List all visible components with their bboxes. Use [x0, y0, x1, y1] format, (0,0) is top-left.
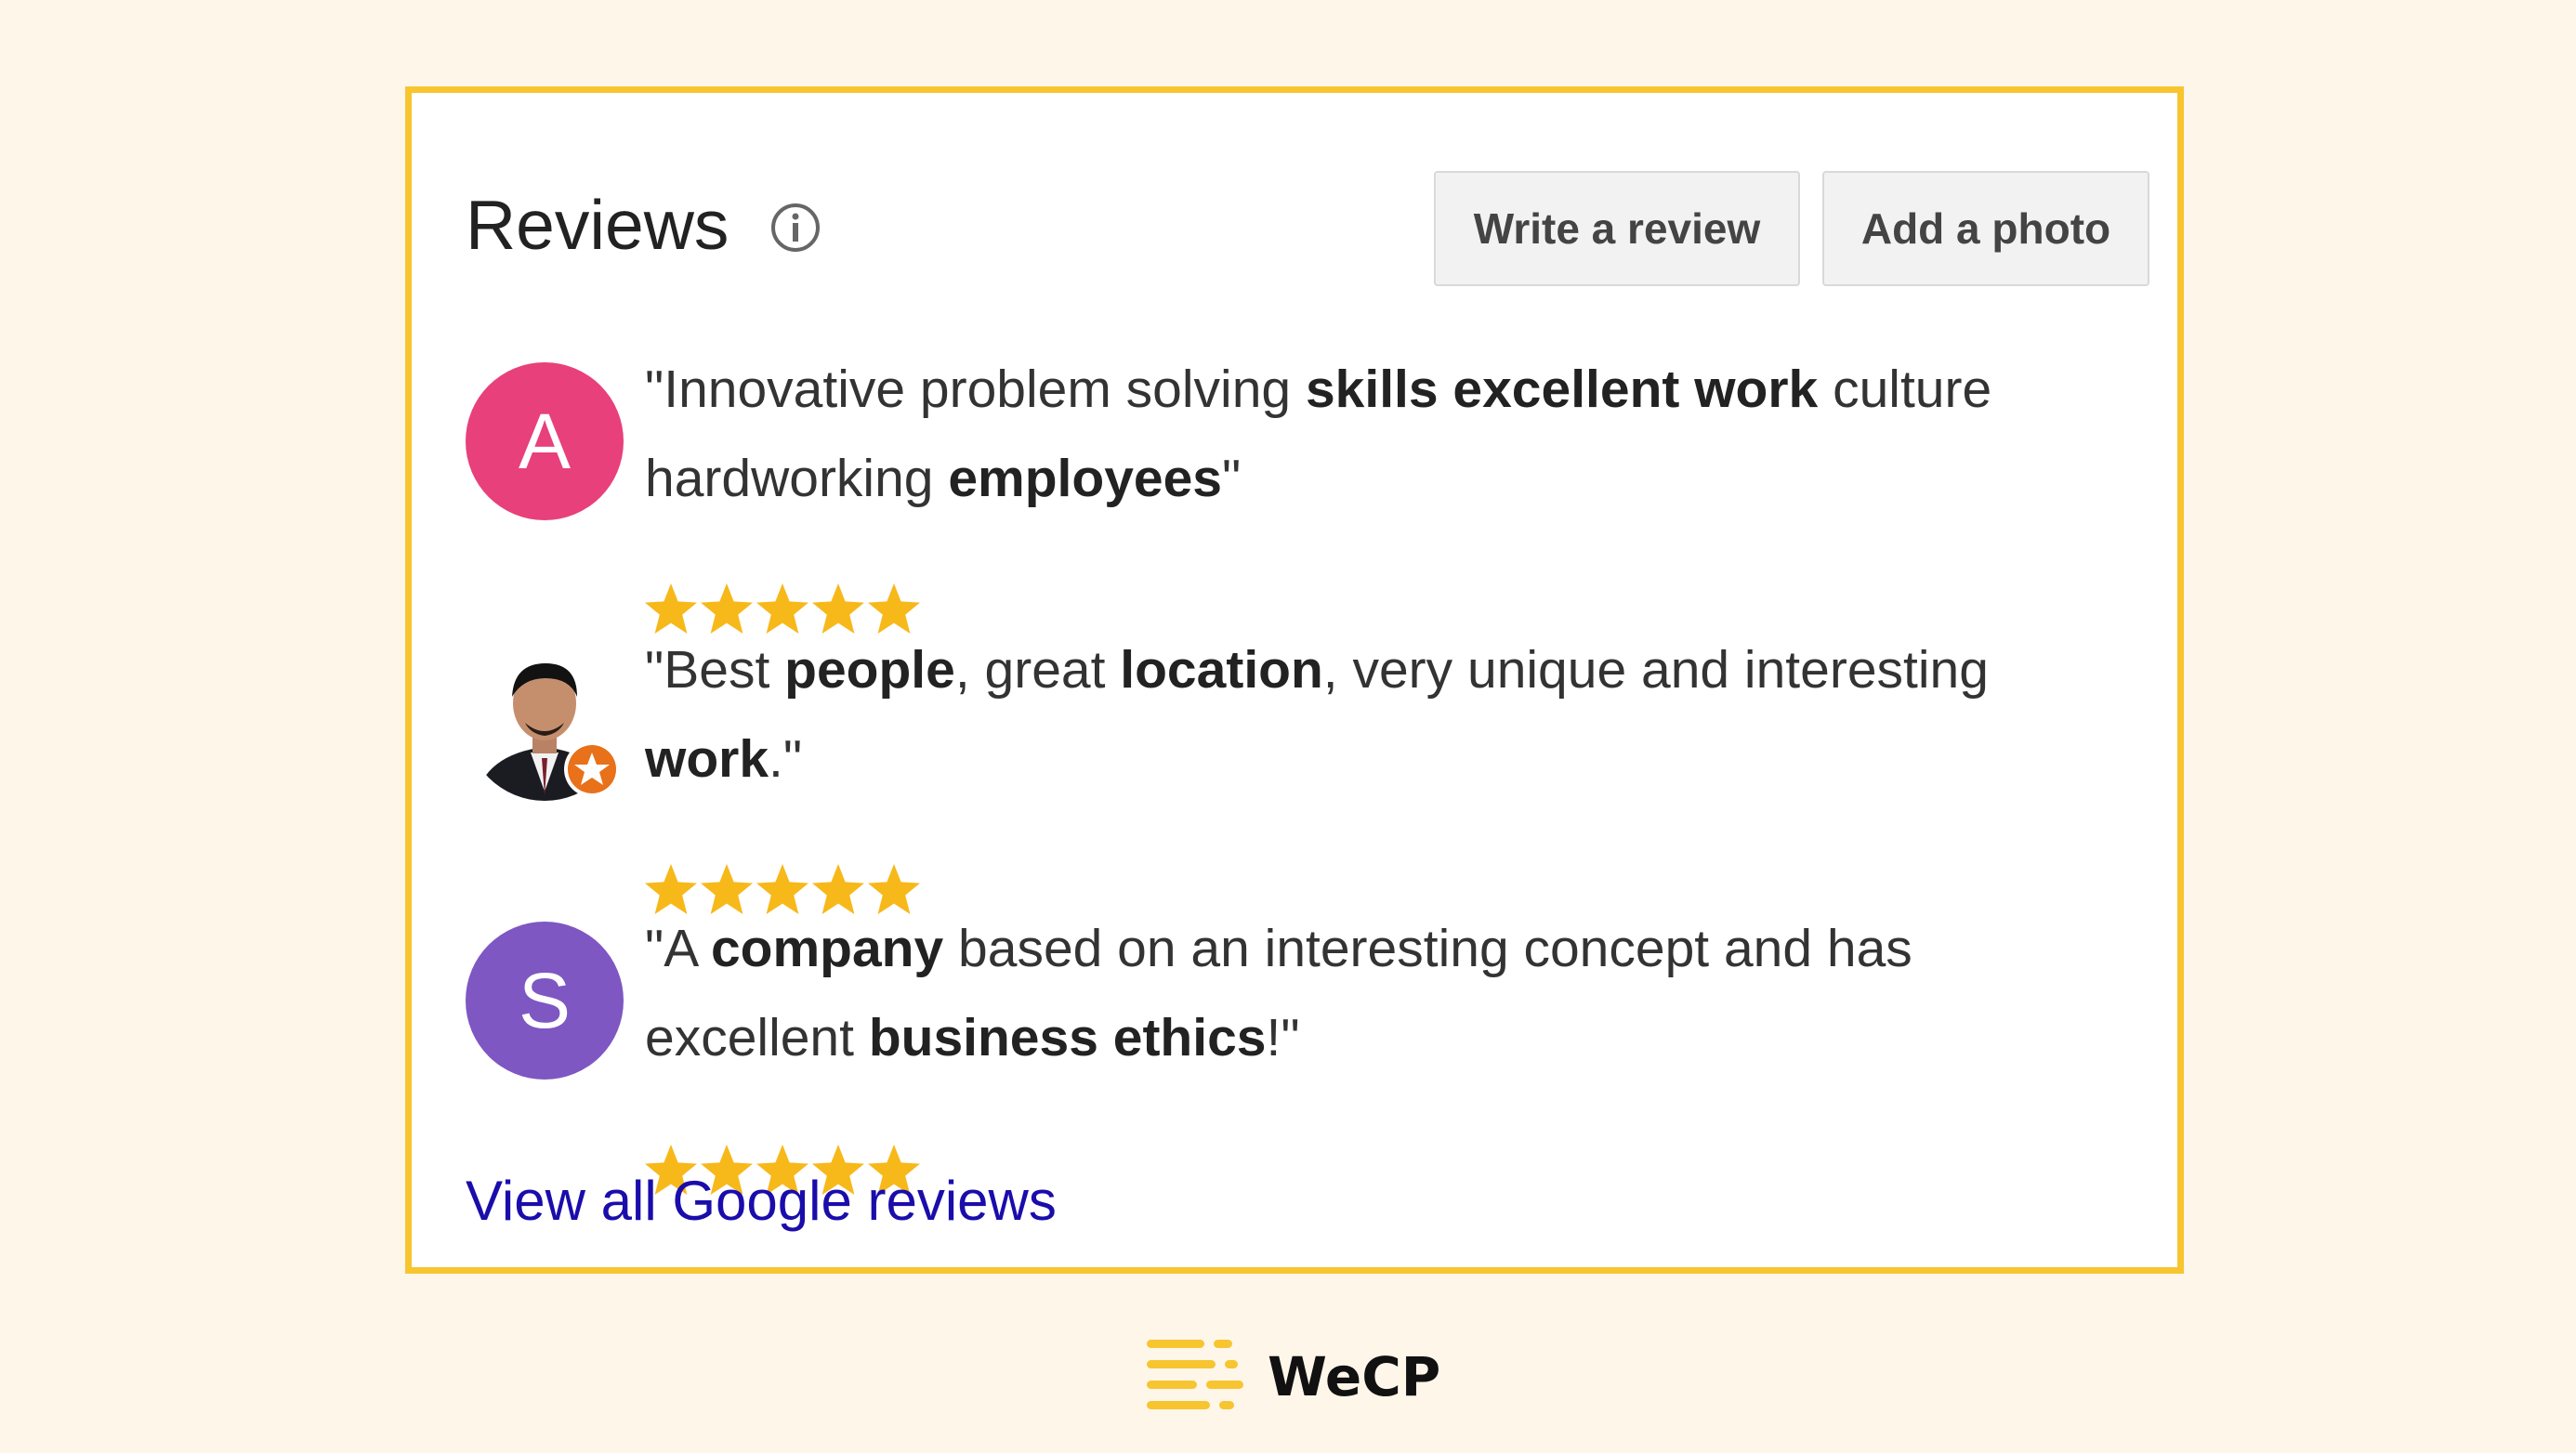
review-keyword: skills excellent work [1305, 360, 1819, 419]
review-text: !" [1266, 1008, 1300, 1067]
review-text: , very unique and interesting [1322, 640, 1989, 700]
review-text: " [1222, 449, 1242, 508]
review-quote: "Best people, great location, very uniqu… [645, 625, 2132, 804]
review-keyword: people [784, 640, 955, 700]
reviews-card: Reviews Write a review Add a photo A "In… [405, 86, 2184, 1274]
avatar[interactable] [466, 643, 624, 801]
avatar-letter: A [518, 397, 572, 485]
reviews-title: Reviews [466, 186, 729, 264]
review-text: "A [645, 919, 711, 978]
review-text: "Best [645, 640, 785, 700]
review-text: ." [769, 729, 803, 789]
review-keyword: business ethics [868, 1008, 1267, 1067]
wecp-logo-icon [1147, 1340, 1243, 1409]
view-all-reviews-link[interactable]: View all Google reviews [466, 1173, 1057, 1229]
review-text: "Innovative problem solving [645, 360, 1306, 419]
review-keyword: location [1120, 640, 1323, 700]
brand-name: WeCP [1268, 1345, 1441, 1408]
avatar[interactable]: A [466, 362, 624, 520]
review-quote: "Innovative problem solving skills excel… [645, 345, 2132, 523]
write-review-button[interactable]: Write a review [1434, 171, 1800, 286]
review-keyword: work [645, 729, 769, 789]
review-quote: "A company based on an interesting conce… [645, 904, 2132, 1082]
avatar-letter: S [518, 956, 572, 1044]
avatar[interactable]: S [466, 922, 624, 1080]
local-guide-star-icon [564, 741, 620, 797]
info-icon[interactable] [769, 202, 821, 254]
review-keyword: company [710, 919, 944, 978]
review-keyword: employees [948, 449, 1223, 508]
add-photo-button[interactable]: Add a photo [1822, 171, 2149, 286]
review-text: , great [954, 640, 1121, 700]
